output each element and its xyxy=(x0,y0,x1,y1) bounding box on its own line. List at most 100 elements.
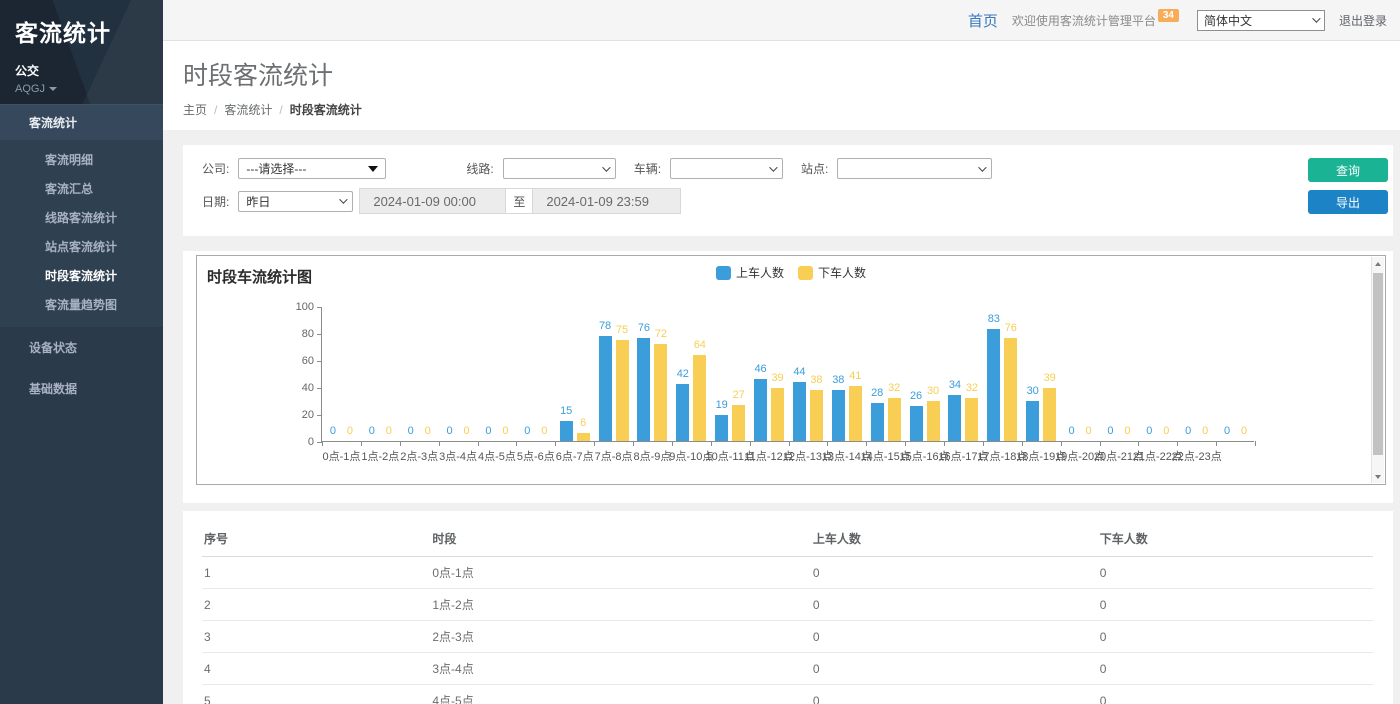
bar-value-label: 76 xyxy=(1005,322,1017,334)
x-axis-tick xyxy=(905,441,906,446)
bar-value-label: 19 xyxy=(716,399,728,411)
logout-link[interactable]: 退出登录 xyxy=(1339,12,1387,29)
vehicle-select[interactable] xyxy=(670,158,783,179)
welcome-label: 欢迎使用客流统计管理平台 xyxy=(1012,14,1156,28)
breadcrumb-section[interactable]: 客流统计 xyxy=(224,101,272,118)
x-axis-tick xyxy=(439,441,440,446)
bar-value-label: 26 xyxy=(910,390,922,402)
table-cell: 0 xyxy=(1098,653,1373,685)
scrollbar-thumb[interactable] xyxy=(1373,273,1383,455)
bar-上车人数-15点-16点 xyxy=(910,406,923,441)
bar-下车人数-11点-12点 xyxy=(771,388,784,441)
bar-下车人数-18点-19点 xyxy=(1043,388,1056,441)
table-cell: 0点-1点 xyxy=(430,557,811,589)
x-axis-tick xyxy=(866,441,867,446)
sidebar-subitem-2[interactable]: 线路客流统计 xyxy=(0,203,163,232)
table-cell: 0 xyxy=(811,685,1098,704)
line-label: 线路: xyxy=(466,160,493,177)
sidebar-submenu: 客流明细客流汇总线路客流统计站点客流统计时段客流统计客流量趋势图 xyxy=(0,140,163,327)
bar-value-label: 0 xyxy=(1124,425,1130,437)
legend-label: 上车人数 xyxy=(736,264,784,281)
org-dropdown[interactable]: AQGJ xyxy=(15,83,57,95)
filter-row-selects: 公司: ---请选择--- 线路: 车辆: 站点: xyxy=(202,158,1293,179)
language-select[interactable]: 简体中文 xyxy=(1197,10,1325,31)
bar-value-label: 0 xyxy=(386,425,392,437)
x-axis-tick-label: 7点-8点 xyxy=(595,448,633,464)
bar-上车人数-6点-7点 xyxy=(560,421,573,441)
bar-下车人数-7点-8点 xyxy=(616,340,629,441)
scroll-up-icon[interactable] xyxy=(1372,257,1384,270)
date-end-input[interactable]: 2024-01-09 23:59 xyxy=(533,188,681,214)
x-axis-tick xyxy=(478,441,479,446)
notification-badge[interactable]: 34 xyxy=(1158,9,1179,22)
station-label: 站点: xyxy=(801,160,828,177)
bar-value-label: 0 xyxy=(369,425,375,437)
legend-item[interactable]: 上车人数 xyxy=(716,264,784,281)
date-label: 日期: xyxy=(202,193,229,210)
bar-上车人数-14点-15点 xyxy=(871,403,884,441)
chevron-down-icon xyxy=(1312,14,1320,22)
sidebar: 客流统计 公交 AQGJ 客流统计客流明细客流汇总线路客流统计站点客流统计时段客… xyxy=(0,0,163,704)
company-select[interactable]: ---请选择--- xyxy=(238,158,386,179)
bar-value-label: 32 xyxy=(966,382,978,394)
chevron-down-icon xyxy=(340,195,348,203)
page-title: 时段客流统计 xyxy=(183,56,1400,92)
chevron-down-icon xyxy=(979,163,987,171)
x-axis-tick-label: 8点-9点 xyxy=(633,448,671,464)
line-select[interactable] xyxy=(503,158,616,179)
bar-value-label: 0 xyxy=(1185,425,1191,437)
bar-value-label: 0 xyxy=(408,425,414,437)
breadcrumb-home[interactable]: 主页 xyxy=(183,101,207,118)
breadcrumb-separator: / xyxy=(279,103,282,117)
x-axis-tick xyxy=(827,441,828,446)
bar-value-label: 72 xyxy=(655,328,667,340)
sidebar-item-1[interactable]: 设备状态 xyxy=(0,327,163,368)
date-preset-select[interactable]: 昨日 xyxy=(238,191,353,212)
y-axis-tick xyxy=(317,388,322,389)
y-axis-tick-label: 100 xyxy=(296,301,314,313)
legend-item[interactable]: 下车人数 xyxy=(798,264,866,281)
sidebar-subitem-4[interactable]: 时段客流统计 xyxy=(0,261,163,290)
query-button[interactable]: 查询 xyxy=(1308,158,1388,182)
x-axis-tick xyxy=(1255,441,1256,446)
table-header-cell: 下车人数 xyxy=(1098,521,1373,557)
sidebar-subitem-3[interactable]: 站点客流统计 xyxy=(0,232,163,261)
bar-上车人数-9点-10点 xyxy=(676,384,689,441)
table-header-cell: 序号 xyxy=(202,521,430,557)
bar-value-label: 0 xyxy=(1107,425,1113,437)
dropdown-arrow-icon xyxy=(368,166,378,172)
x-axis-tick xyxy=(361,441,362,446)
bar-value-label: 27 xyxy=(733,389,745,401)
bar-value-label: 15 xyxy=(560,405,572,417)
company-label: 公司: xyxy=(202,160,229,177)
x-axis-tick xyxy=(983,441,984,446)
chart-box: 时段车流统计图 上车人数下车人数 0204060801000点-1点001点-2… xyxy=(196,255,1386,485)
bar-上车人数-18点-19点 xyxy=(1026,401,1039,442)
scroll-down-icon[interactable] xyxy=(1372,470,1384,483)
home-link[interactable]: 首页 xyxy=(968,10,998,31)
bar-value-label: 38 xyxy=(832,374,844,386)
chevron-down-icon xyxy=(602,163,610,171)
breadcrumb-separator: / xyxy=(214,103,217,117)
bar-value-label: 0 xyxy=(1163,425,1169,437)
org-code-label: AQGJ xyxy=(15,83,45,95)
x-axis-tick-label: 6点-7点 xyxy=(556,448,594,464)
chart-vertical-scrollbar[interactable] xyxy=(1371,257,1384,483)
sidebar-subitem-5[interactable]: 客流量趋势图 xyxy=(0,290,163,319)
bar-value-label: 0 xyxy=(1146,425,1152,437)
bar-value-label: 38 xyxy=(810,374,822,386)
date-start-input[interactable]: 2024-01-09 00:00 xyxy=(359,188,505,214)
table-header-row: 序号时段上车人数下车人数 xyxy=(202,521,1373,557)
bar-上车人数-11点-12点 xyxy=(754,379,767,441)
sidebar-subitem-0[interactable]: 客流明细 xyxy=(0,145,163,174)
app-logo-title: 客流统计 xyxy=(15,14,163,48)
sidebar-subitem-1[interactable]: 客流汇总 xyxy=(0,174,163,203)
sidebar-item-0[interactable]: 客流统计 xyxy=(0,104,163,140)
sidebar-item-2[interactable]: 基础数据 xyxy=(0,368,163,409)
y-axis-tick-label: 20 xyxy=(302,409,314,421)
y-axis-tick xyxy=(317,361,322,362)
table-cell: 0 xyxy=(1098,621,1373,653)
x-axis-tick xyxy=(1100,441,1101,446)
export-button[interactable]: 导出 xyxy=(1308,190,1388,214)
station-select[interactable] xyxy=(837,158,992,179)
